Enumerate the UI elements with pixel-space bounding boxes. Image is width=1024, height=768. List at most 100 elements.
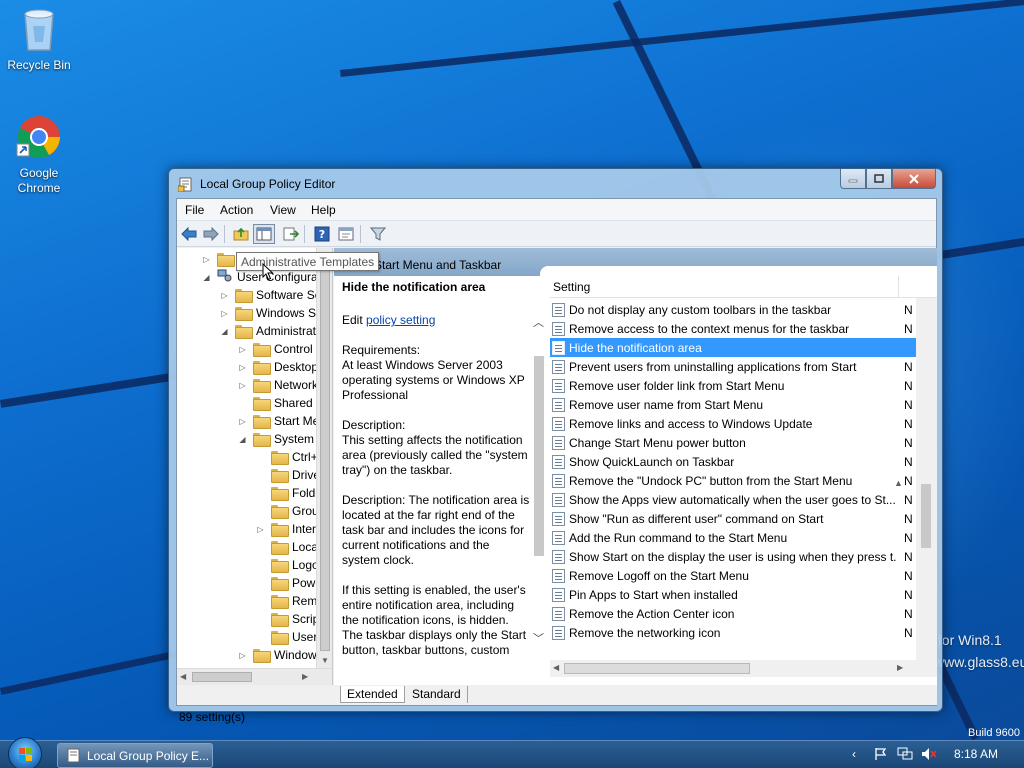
expand-icon[interactable]: ▷: [201, 255, 212, 264]
tree-hscroll-thumb[interactable]: [192, 672, 252, 682]
show-hide-tree-button[interactable]: [253, 224, 275, 244]
tree-item[interactable]: Logon: [255, 556, 325, 574]
expand-icon[interactable]: ▷: [219, 291, 230, 300]
scroll-left-icon[interactable]: ◀: [180, 672, 186, 681]
minimize-icon: [848, 179, 858, 182]
list-item[interactable]: Change Start Menu power button N: [550, 433, 916, 452]
flag-icon[interactable]: [873, 747, 887, 761]
start-button[interactable]: [8, 737, 42, 768]
list-hscroll-thumb[interactable]: [564, 663, 750, 674]
minimize-button[interactable]: [840, 169, 866, 189]
list-scroll-right-icon[interactable]: ▶: [897, 663, 903, 672]
policy-setting-link[interactable]: policy setting: [366, 313, 435, 327]
list-scroll-up-icon[interactable]: ▲: [894, 478, 903, 488]
console-tree[interactable]: ▷◢User Configuration▷Software Settings▷W…: [177, 248, 333, 685]
list-column-header: Setting: [550, 276, 937, 298]
setting-state: N: [904, 588, 913, 602]
collapse-icon[interactable]: ◢: [201, 273, 212, 282]
description-scroll-thumb[interactable]: [534, 356, 544, 556]
menu-action[interactable]: Action: [220, 203, 253, 217]
list-item[interactable]: Remove user folder link from Start Menu N: [550, 376, 916, 395]
column-setting[interactable]: Setting: [553, 280, 590, 294]
list-item[interactable]: Remove the Action Center icon N: [550, 604, 916, 623]
tree-item[interactable]: ▷ Network: [237, 376, 318, 394]
menu-file[interactable]: File: [185, 203, 204, 217]
collapse-icon[interactable]: ◢: [237, 435, 248, 444]
list-item[interactable]: Add the Run command to the Start Menu N: [550, 528, 916, 547]
menu-help[interactable]: Help: [311, 203, 336, 217]
clock[interactable]: 8:18 AM: [954, 747, 998, 761]
restore-button[interactable]: [866, 169, 892, 189]
chrome-shortcut[interactable]: Google Chrome: [1, 114, 77, 196]
scroll-right-icon[interactable]: ▶: [302, 672, 308, 681]
expand-icon[interactable]: ▷: [237, 345, 248, 354]
list-item[interactable]: Remove the "Undock PC" button from the S…: [550, 471, 916, 490]
close-button[interactable]: [892, 169, 936, 189]
tree-vertical-scrollbar[interactable]: ▲ ▼: [316, 248, 332, 668]
list-item[interactable]: Prevent users from uninstalling applicat…: [550, 357, 916, 376]
collapse-icon[interactable]: ◢: [219, 327, 230, 336]
column-divider[interactable]: [898, 276, 899, 298]
list-item[interactable]: Hide the notification area: [550, 338, 916, 357]
policy-setting-icon: [552, 397, 565, 412]
tree-horizontal-scrollbar[interactable]: ◀ ▶: [177, 668, 332, 685]
list-scroll-left-icon[interactable]: ◀: [553, 663, 559, 672]
list-item[interactable]: Remove access to the context menus for t…: [550, 319, 916, 338]
tree-item[interactable]: ◢ System: [237, 430, 314, 448]
gpedit-window: Local Group Policy Editor File Action Vi…: [168, 168, 943, 724]
back-button[interactable]: [179, 224, 199, 244]
tree-item[interactable]: ▷: [201, 250, 238, 268]
expand-icon[interactable]: ▷: [237, 651, 248, 660]
description-scrollbar[interactable]: ︿ ﹀: [530, 308, 548, 662]
chevron-up-icon[interactable]: ︿: [533, 314, 544, 330]
list-item[interactable]: Remove the networking icon N: [550, 623, 916, 642]
tree-item[interactable]: ▷ Desktop: [237, 358, 318, 376]
volume-muted-icon[interactable]: [921, 747, 937, 761]
list-item[interactable]: Remove Logoff on the Start Menu N: [550, 566, 916, 585]
expand-icon[interactable]: ▷: [237, 417, 248, 426]
properties-button[interactable]: [336, 224, 356, 244]
folder-icon: [253, 649, 271, 663]
recycle-bin-shortcut[interactable]: Recycle Bin: [1, 6, 77, 73]
expand-icon[interactable]: ▷: [237, 363, 248, 372]
watermark-line2: www.glass8.eu: [934, 654, 1024, 670]
description-text: This setting affects the notification ar…: [342, 433, 528, 477]
setting-name: Remove access to the context menus for t…: [569, 321, 850, 336]
settings-list[interactable]: Setting Do not display any custom toolba…: [550, 276, 937, 660]
tab-extended[interactable]: Extended: [340, 686, 405, 703]
title-bar[interactable]: Local Group Policy Editor: [169, 169, 942, 196]
list-item[interactable]: Show "Run as different user" command on …: [550, 509, 916, 528]
list-vertical-scrollbar[interactable]: [916, 298, 937, 660]
list-item[interactable]: Remove user name from Start Menu N: [550, 395, 916, 414]
setting-name: Show QuickLaunch on Taskbar: [569, 454, 735, 469]
policy-setting-icon: [552, 492, 565, 507]
list-item[interactable]: Show QuickLaunch on Taskbar N: [550, 452, 916, 471]
chevron-down-icon[interactable]: ﹀: [533, 630, 544, 646]
help-button[interactable]: ?: [312, 224, 332, 244]
folder-icon: [253, 379, 271, 393]
setting-state: N: [904, 512, 913, 526]
list-scroll-thumb[interactable]: [921, 484, 931, 548]
list-item[interactable]: Show the Apps view automatically when th…: [550, 490, 916, 509]
expand-icon[interactable]: ▷: [255, 525, 266, 534]
export-list-button[interactable]: [281, 224, 301, 244]
expand-icon[interactable]: ▷: [237, 381, 248, 390]
tree-scroll-thumb[interactable]: [320, 266, 330, 651]
network-icon[interactable]: [897, 747, 913, 761]
properties-icon: [338, 227, 354, 241]
taskbar-gpedit-button[interactable]: Local Group Policy E...: [57, 743, 213, 768]
list-item[interactable]: Pin Apps to Start when installed N: [550, 585, 916, 604]
forward-button[interactable]: [201, 224, 221, 244]
scroll-down-icon[interactable]: ▼: [321, 656, 329, 665]
list-horizontal-scrollbar[interactable]: ◀ ▶: [550, 660, 937, 677]
expand-icon[interactable]: ▷: [219, 309, 230, 318]
show-hidden-icons[interactable]: ‹: [852, 747, 856, 761]
list-item[interactable]: Show Start on the display the user is us…: [550, 547, 916, 566]
filter-button[interactable]: [368, 224, 388, 244]
tab-standard[interactable]: Standard: [406, 686, 468, 703]
menu-view[interactable]: View: [270, 203, 296, 217]
policy-setting-icon: [552, 454, 565, 469]
list-item[interactable]: Do not display any custom toolbars in th…: [550, 300, 916, 319]
list-item[interactable]: Remove links and access to Windows Updat…: [550, 414, 916, 433]
up-one-level-button[interactable]: [231, 224, 251, 244]
